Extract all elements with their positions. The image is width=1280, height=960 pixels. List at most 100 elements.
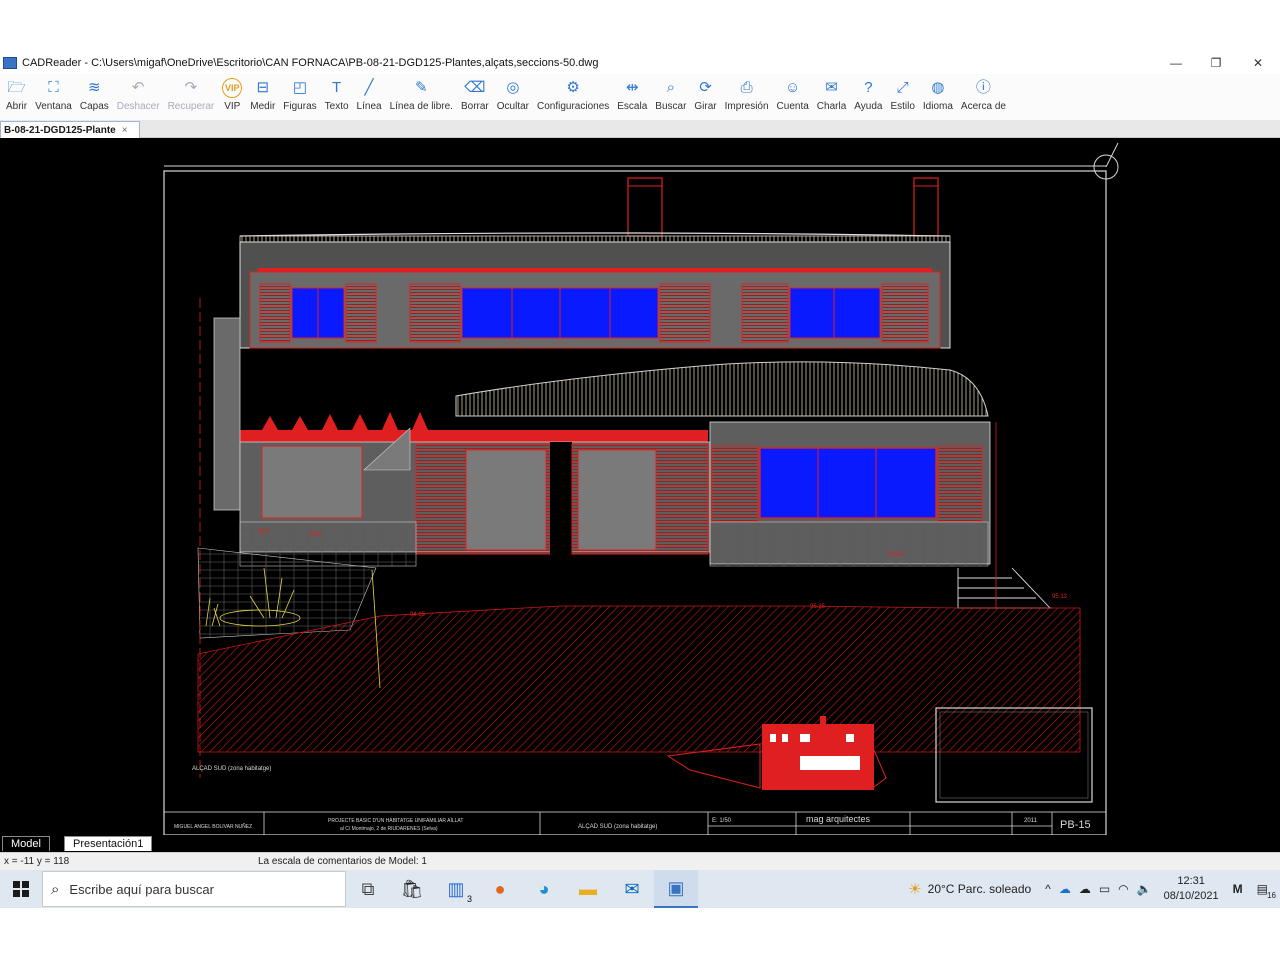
- layout-tabs: Model Presentación1: [0, 835, 1280, 852]
- upper-windows: [259, 283, 929, 343]
- style-icon: ⤢: [896, 79, 909, 96]
- windows-taskbar: ⌕ Escribe aquí para buscar ⧉ 🛍 ▥ 3 ● ◕ ▬ …: [0, 870, 1280, 908]
- stairs: [957, 567, 1052, 609]
- girar-button[interactable]: ⟳ Girar: [690, 74, 720, 120]
- cad-drawing: 96.5 96.5 94.85 95.35 96.05 95.13 ALÇAD …: [163, 142, 1119, 835]
- impresion-button[interactable]: ⎙ Impresión: [721, 74, 773, 120]
- medir-button[interactable]: ⊟ Medir: [246, 74, 279, 120]
- chat-icon: ✉: [825, 79, 838, 96]
- search-icon: ⌕: [51, 880, 60, 898]
- chevron-up-icon[interactable]: ^: [1045, 882, 1051, 896]
- restore-button[interactable]: ❐: [1196, 52, 1236, 74]
- settings-icon: ⚙: [566, 79, 580, 96]
- svg-text:ALÇAD SUD (zona habitatge): ALÇAD SUD (zona habitatge): [578, 824, 657, 830]
- document-tabs: B-08-21-DGD125-Plante ×: [0, 120, 1280, 138]
- idioma-button[interactable]: ◍ Idioma: [919, 74, 957, 120]
- taskbar-search-box[interactable]: ⌕ Escribe aquí para buscar: [42, 871, 346, 907]
- status-bar: x = -11 y = 118 La escala de comentarios…: [0, 852, 1280, 870]
- vip-icon: VIP: [222, 78, 243, 98]
- volume-icon[interactable]: 🔈: [1137, 882, 1152, 896]
- weather-text[interactable]: 20°C Parc. soleado: [928, 882, 1032, 896]
- ocultar-button[interactable]: ◎ Ocultar: [493, 74, 533, 120]
- system-tray: ☀ 20°C Parc. soleado ^ ☁ ☁ ▭ ◠ 🔈 12:31 0…: [908, 870, 1280, 908]
- figuras-button[interactable]: ◰ Figuras: [279, 74, 320, 120]
- charla-button[interactable]: ✉ Charla: [813, 74, 850, 120]
- tab-presentacion1[interactable]: Presentación1: [64, 836, 153, 851]
- store-icon[interactable]: 🛍: [390, 870, 434, 908]
- windows-logo-icon: [13, 881, 29, 897]
- capas-button[interactable]: ≋ Capas: [76, 74, 113, 120]
- chimney-left: [627, 177, 663, 237]
- svg-text:al C/ Montmajo, 2 de RIUDAREN: al C/ Montmajo, 2 de RIUDARENES (Selva): [340, 826, 438, 832]
- recuperar-label: Recuperar: [167, 101, 215, 112]
- svg-text:2011: 2011: [1024, 818, 1038, 824]
- linea-label: Línea: [356, 101, 382, 112]
- layers-icon: ≋: [88, 79, 101, 96]
- text-icon: T: [332, 79, 342, 96]
- buscar-button[interactable]: ⌕ Buscar: [651, 74, 690, 120]
- drawing-canvas[interactable]: 96.5 96.5 94.85 95.35 96.05 95.13 ALÇAD …: [0, 138, 1280, 835]
- config-button[interactable]: ⚙ Configuraciones: [533, 74, 613, 120]
- files-app-icon[interactable]: ▥ 3: [434, 870, 478, 908]
- linea-button[interactable]: ╱ Línea: [353, 74, 386, 120]
- app-icon: [3, 57, 17, 69]
- svg-text:PROJECTE BASIC D'UN HABITATGE: PROJECTE BASIC D'UN HABITATGE UNIFAMILIA…: [328, 817, 463, 824]
- cadreader-taskbar-icon[interactable]: ▣: [654, 870, 698, 908]
- user-icon: ☺: [785, 79, 801, 96]
- borrar-button[interactable]: ⌫ Borrar: [457, 74, 493, 120]
- file-explorer-icon[interactable]: ▬: [566, 870, 610, 908]
- battery-icon[interactable]: ▭: [1099, 882, 1110, 896]
- task-view-icon[interactable]: ⧉: [346, 870, 390, 908]
- linea-libre-button[interactable]: ✎ Línea de libre.: [386, 74, 457, 120]
- escala-button[interactable]: ⇹ Escala: [613, 74, 651, 120]
- medir-label: Medir: [250, 101, 276, 112]
- ime-icon[interactable]: M: [1233, 882, 1243, 896]
- texto-label: Texto: [324, 101, 349, 112]
- search-placeholder: Escribe aquí para buscar: [69, 881, 214, 897]
- folder-icon: 🗁: [7, 79, 26, 96]
- svg-text:mag arquitectes: mag arquitectes: [806, 814, 871, 824]
- search-icon: ⌕: [666, 79, 676, 96]
- outlook-icon[interactable]: ✉: [610, 870, 654, 908]
- estilo-label: Estilo: [890, 101, 915, 112]
- deshacer-label: Deshacer: [116, 101, 160, 112]
- estilo-button[interactable]: ⤢ Estilo: [886, 74, 918, 120]
- buscar-label: Buscar: [655, 101, 687, 112]
- notifications-icon[interactable]: ▤ 16: [1257, 882, 1276, 900]
- undo-icon: ↶: [131, 79, 145, 96]
- window-title: CADReader - C:\Users\migaf\OneDrive\Escr…: [22, 57, 599, 69]
- wifi-icon[interactable]: ◠: [1118, 882, 1128, 896]
- shapes-icon: ◰: [292, 79, 308, 96]
- clock-time: 12:31: [1177, 875, 1205, 887]
- clock[interactable]: 12:31 08/10/2021: [1164, 874, 1219, 904]
- start-button[interactable]: [0, 870, 42, 908]
- ayuda-button[interactable]: ? Ayuda: [850, 74, 886, 120]
- minimize-button[interactable]: —: [1156, 52, 1196, 74]
- acerca-button[interactable]: ⓘ Acerca de: [957, 74, 1010, 120]
- edge-icon[interactable]: ◕: [522, 870, 566, 908]
- firefox-icon[interactable]: ●: [478, 870, 522, 908]
- svg-text:95.35: 95.35: [810, 604, 826, 610]
- close-tab-icon[interactable]: ×: [122, 125, 128, 136]
- tab-model[interactable]: Model: [2, 836, 50, 851]
- vip-button[interactable]: VIP VIP: [218, 74, 246, 120]
- globe-icon: ◍: [931, 79, 945, 96]
- config-label: Configuraciones: [537, 101, 610, 112]
- texto-button[interactable]: T Texto: [321, 74, 353, 120]
- cuenta-button[interactable]: ☺ Cuenta: [773, 74, 813, 120]
- svg-text:96.05: 96.05: [888, 552, 904, 558]
- onedrive-icon[interactable]: ☁: [1059, 882, 1071, 896]
- abrir-button[interactable]: 🗁 Abrir: [2, 74, 31, 120]
- clock-date: 08/10/2021: [1163, 890, 1219, 902]
- close-window-button[interactable]: ✕: [1238, 52, 1278, 74]
- document-tab[interactable]: B-08-21-DGD125-Plante ×: [0, 121, 140, 138]
- ventana-button[interactable]: ⛶ Ventana: [31, 74, 76, 120]
- cloud-icon[interactable]: ☁: [1079, 882, 1091, 896]
- terrain: [197, 605, 1081, 753]
- vip-label: VIP: [224, 101, 241, 112]
- recuperar-button[interactable]: ↷ Recuperar: [164, 74, 219, 120]
- ruler-icon: ⊟: [256, 79, 270, 96]
- eye-off-icon: ◎: [506, 79, 520, 96]
- drawing-caption: ALÇAD SUD (zona habitatge): [192, 766, 271, 772]
- deshacer-button[interactable]: ↶ Deshacer: [113, 74, 164, 120]
